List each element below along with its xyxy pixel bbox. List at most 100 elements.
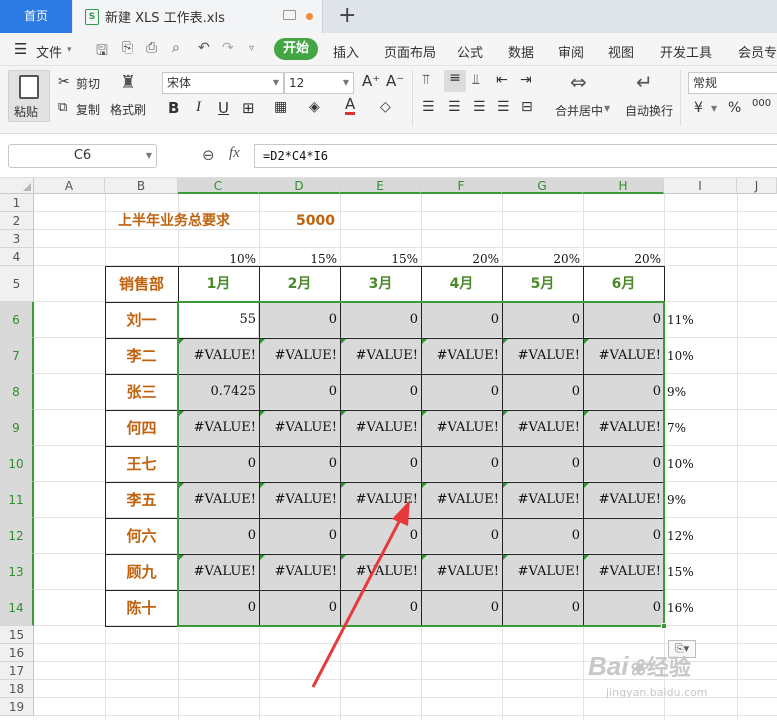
window-mode-icon[interactable] xyxy=(283,10,296,20)
salesperson-name[interactable]: 张三 xyxy=(105,374,178,410)
align-center-icon[interactable]: ☰ xyxy=(448,99,461,115)
thousands-icon[interactable]: 000 xyxy=(752,99,771,109)
row-header-17[interactable]: 17 xyxy=(0,662,34,680)
menu-developer[interactable]: 开发工具 xyxy=(660,42,712,61)
format-painter-icon[interactable]: ♜ xyxy=(120,72,136,93)
copy-button[interactable]: 复制 xyxy=(76,101,100,118)
chevron-down-icon[interactable]: ▾ xyxy=(67,45,72,55)
salesperson-name[interactable]: 顾九 xyxy=(105,554,178,590)
menu-file[interactable]: 文件 xyxy=(36,42,62,61)
row-header-6[interactable]: 6 xyxy=(0,302,34,338)
menu-page-layout[interactable]: 页面布局 xyxy=(384,42,436,61)
cell-style-icon[interactable]: ▦ xyxy=(274,99,287,115)
quick-access-more-icon[interactable]: ▿ xyxy=(249,43,254,54)
row-header-4[interactable]: 4 xyxy=(0,248,34,266)
percent-cell[interactable]: 20% xyxy=(583,248,664,266)
title-value[interactable]: 5000 xyxy=(296,212,335,230)
font-size-select[interactable]: 12 ▼ xyxy=(284,72,354,94)
fill-color-icon[interactable]: ◈ xyxy=(309,99,320,115)
hamburger-icon[interactable]: ☰ xyxy=(14,40,27,58)
name-box[interactable]: C6 ▼ xyxy=(8,144,157,168)
font-color-icon[interactable]: A xyxy=(345,97,356,115)
number-format-select[interactable]: 常规 xyxy=(688,72,777,94)
cut-button[interactable]: 剪切 xyxy=(76,75,100,92)
currency-icon[interactable]: ¥ xyxy=(694,100,703,116)
menu-data[interactable]: 数据 xyxy=(508,42,534,61)
percent-icon[interactable]: % xyxy=(728,100,741,116)
row-header-14[interactable]: 14 xyxy=(0,590,34,626)
rate-cell[interactable]: 10% xyxy=(667,446,694,482)
column-header-J[interactable]: J xyxy=(737,178,777,194)
font-family-select[interactable]: 宋体 ▼ xyxy=(162,72,284,94)
row-header-18[interactable]: 18 xyxy=(0,680,34,698)
wrap-text-icon[interactable]: ↵ xyxy=(636,70,653,94)
bold-icon[interactable]: B xyxy=(168,99,179,117)
tab-home[interactable]: 首页 xyxy=(0,0,72,33)
underline-icon[interactable]: U xyxy=(218,99,229,117)
salesperson-name[interactable]: 何四 xyxy=(105,410,178,446)
align-bottom-icon[interactable]: ⫫ xyxy=(472,72,480,88)
salesperson-name[interactable]: 刘一 xyxy=(105,302,178,338)
chevron-down-icon[interactable]: ▼ xyxy=(604,104,610,113)
row-header-16[interactable]: 16 xyxy=(0,644,34,662)
column-header-G[interactable]: G xyxy=(502,178,583,194)
zoom-formula-icon[interactable]: ⊖ xyxy=(202,146,215,164)
row-header-12[interactable]: 12 xyxy=(0,518,34,554)
salesperson-name[interactable]: 李五 xyxy=(105,482,178,518)
row-header-15[interactable]: 15 xyxy=(0,626,34,644)
percent-cell[interactable]: 15% xyxy=(259,248,340,266)
salesperson-name[interactable]: 李二 xyxy=(105,338,178,374)
column-header-F[interactable]: F xyxy=(421,178,502,194)
align-middle-icon[interactable]: ≡ xyxy=(444,70,466,92)
rate-cell[interactable]: 10% xyxy=(667,338,694,374)
month-header[interactable]: 3月 xyxy=(340,266,421,302)
print-preview-icon[interactable]: ⌕ xyxy=(172,40,180,56)
indent-increase-icon[interactable]: ⇥ xyxy=(520,72,532,88)
menu-insert[interactable]: 插入 xyxy=(333,42,359,61)
row-header-9[interactable]: 9 xyxy=(0,410,34,446)
percent-cell[interactable]: 10% xyxy=(178,248,259,266)
fx-icon[interactable]: fx xyxy=(229,145,240,162)
salesperson-name[interactable]: 何六 xyxy=(105,518,178,554)
undo-icon[interactable]: ↶ xyxy=(198,40,210,56)
title-label[interactable]: 上半年业务总要求 xyxy=(118,212,230,230)
salesperson-name[interactable]: 王七 xyxy=(105,446,178,482)
merge-center-button[interactable]: 合并居中 xyxy=(555,102,603,119)
select-all-corner[interactable] xyxy=(0,178,34,194)
align-left-icon[interactable]: ☰ xyxy=(422,99,435,115)
copy-icon[interactable]: ⧉ xyxy=(58,100,67,115)
percent-cell[interactable]: 20% xyxy=(502,248,583,266)
menu-view[interactable]: 视图 xyxy=(608,42,634,61)
indent-decrease-icon[interactable]: ⇤ xyxy=(496,72,508,88)
redo-icon[interactable]: ↷ xyxy=(222,40,234,56)
font-grow-icon[interactable]: A⁺ xyxy=(362,72,380,90)
format-painter-button[interactable]: 格式刷 xyxy=(110,101,146,118)
column-header-D[interactable]: D xyxy=(259,178,340,194)
row-header-3[interactable]: 3 xyxy=(0,230,34,248)
rate-cell[interactable]: 16% xyxy=(667,590,694,626)
row-header-8[interactable]: 8 xyxy=(0,374,34,410)
row-header-1[interactable]: 1 xyxy=(0,194,34,212)
row-header-5[interactable]: 5 xyxy=(0,266,34,302)
rate-cell[interactable]: 9% xyxy=(667,482,686,518)
column-header-A[interactable]: A xyxy=(34,178,105,194)
column-header-E[interactable]: E xyxy=(340,178,421,194)
row-header-2[interactable]: 2 xyxy=(0,212,34,230)
print-icon[interactable]: ⎙ xyxy=(146,40,157,56)
row-header-7[interactable]: 7 xyxy=(0,338,34,374)
formula-input[interactable]: =D2*C4*I6 xyxy=(254,144,777,168)
percent-cell[interactable]: 20% xyxy=(421,248,502,266)
row-header-11[interactable]: 11 xyxy=(0,482,34,518)
month-header[interactable]: 2月 xyxy=(259,266,340,302)
menu-member[interactable]: 会员专享 xyxy=(738,42,777,61)
rate-cell[interactable]: 7% xyxy=(667,410,686,446)
header-dept[interactable]: 销售部 xyxy=(105,266,178,302)
align-top-icon[interactable]: ⫪ xyxy=(422,72,430,88)
month-header[interactable]: 1月 xyxy=(178,266,259,302)
wrap-text-button[interactable]: 自动换行 xyxy=(625,102,673,119)
scissors-icon[interactable]: ✂ xyxy=(58,74,70,90)
row-header-13[interactable]: 13 xyxy=(0,554,34,590)
font-shrink-icon[interactable]: A⁻ xyxy=(386,72,404,90)
rate-cell[interactable]: 15% xyxy=(667,554,694,590)
column-header-B[interactable]: B xyxy=(105,178,178,194)
